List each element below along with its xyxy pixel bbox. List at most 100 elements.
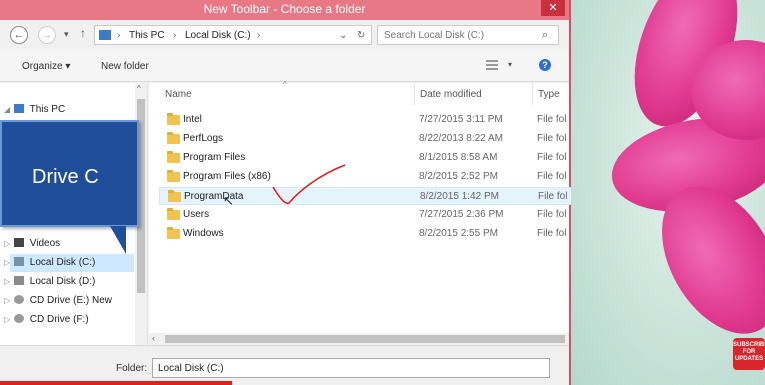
horizontal-scrollbar[interactable]: ‹ — [149, 333, 569, 345]
nav-label: Local Disk (C:) — [29, 257, 96, 268]
chevron-down-icon[interactable]: ▾ — [508, 60, 512, 69]
folder-icon — [167, 227, 180, 239]
file-date: 7/27/2015 3:11 PM — [419, 114, 503, 125]
drive-icon — [14, 257, 24, 266]
file-date: 8/22/2013 8:22 AM — [419, 133, 503, 144]
chevron-down-icon[interactable]: ⌄ — [339, 30, 347, 41]
title-bar: New Toolbar - Choose a folder ✕ — [0, 0, 569, 20]
file-row-program-files[interactable]: Program Files 8/1/2015 8:58 AM File fol — [159, 149, 579, 167]
callout-pointer — [110, 226, 126, 254]
breadcrumb-this-pc[interactable]: This PC — [129, 30, 165, 41]
file-row-perflogs[interactable]: PerfLogs 8/22/2013 8:22 AM File fol — [159, 130, 579, 148]
nav-item-local-disk-c[interactable]: ▷ Local Disk (C:) — [4, 254, 134, 272]
file-name: Intel — [183, 114, 202, 125]
nav-item-local-disk-d[interactable]: ▷ Local Disk (D:) — [4, 273, 96, 291]
file-row-programdata[interactable]: ProgramData 8/2/2015 1:42 PM File fol — [159, 187, 579, 205]
search-icon[interactable]: ⌕ — [542, 29, 548, 42]
file-name: PerfLogs — [183, 133, 224, 144]
file-name: Program Files (x86) — [183, 171, 271, 182]
folder-icon — [168, 190, 181, 202]
column-divider[interactable] — [414, 83, 415, 105]
back-button[interactable]: ← — [10, 26, 28, 44]
file-date: 8/2/2015 1:42 PM — [420, 191, 499, 202]
breadcrumb-local-disk[interactable]: Local Disk (C:) — [185, 30, 251, 41]
file-type: File fol — [537, 114, 567, 125]
file-list: Name ^ Date modified Type Intel 7/27/201… — [149, 80, 579, 345]
nav-label: Local Disk (D:) — [29, 276, 96, 287]
expand-arrow-icon[interactable]: ▷ — [4, 254, 10, 272]
folder-icon — [167, 208, 180, 220]
video-progress-bar — [0, 381, 232, 385]
folder-label: Folder: — [116, 363, 148, 374]
drive-c-callout: Drive C — [0, 120, 139, 227]
folder-field[interactable] — [152, 358, 550, 378]
recent-locations-icon[interactable]: ▾ — [64, 29, 69, 40]
file-name: Program Files — [183, 152, 246, 163]
expand-arrow-icon[interactable]: ▷ — [4, 311, 10, 329]
file-row-windows[interactable]: Windows 8/2/2015 2:55 PM File fol — [159, 225, 579, 243]
refresh-icon[interactable]: ↻ — [357, 30, 365, 41]
desktop-background — [571, 0, 765, 385]
file-type: File fol — [537, 152, 567, 163]
callout-text: Drive C — [32, 166, 99, 188]
nav-label: This PC — [29, 104, 66, 115]
file-type: File fol — [538, 191, 568, 202]
nav-item-cd-drive-f[interactable]: ▷ CD Drive (F:) — [4, 311, 89, 329]
expand-arrow-icon[interactable]: ◢ — [4, 101, 10, 119]
close-button[interactable]: ✕ — [541, 0, 565, 16]
column-header-name[interactable]: Name — [165, 89, 192, 100]
file-row-users[interactable]: Users 7/27/2015 2:36 PM File fol — [159, 206, 579, 224]
scroll-left-icon[interactable]: ‹ — [152, 333, 155, 343]
folder-icon — [167, 170, 180, 182]
address-bar-row: ← → ▾ ↑ › This PC › Local Disk (C:) › ⌄ … — [0, 22, 569, 48]
chevron-right-icon: › — [257, 30, 261, 41]
chevron-right-icon: › — [117, 30, 121, 41]
file-row-intel[interactable]: Intel 7/27/2015 3:11 PM File fol — [159, 111, 579, 129]
scrollbar-thumb[interactable] — [165, 335, 565, 343]
file-date: 8/2/2015 2:55 PM — [419, 228, 498, 239]
pc-icon — [99, 30, 111, 40]
checkmark-annotation — [272, 164, 346, 205]
nav-label: CD Drive (E:) New — [29, 295, 113, 306]
organize-button[interactable]: Organize ▾ — [22, 61, 70, 72]
nav-item-videos[interactable]: ▷ Videos — [4, 235, 61, 253]
address-path[interactable]: › This PC › Local Disk (C:) › ⌄ ↻ — [94, 25, 372, 45]
scroll-up-icon[interactable]: ^ — [137, 84, 141, 93]
expand-arrow-icon[interactable]: ▷ — [4, 292, 10, 310]
chevron-right-icon: › — [173, 30, 177, 41]
new-folder-button[interactable]: New folder — [101, 61, 149, 72]
nav-label: CD Drive (F:) — [29, 314, 89, 325]
nav-item-this-pc[interactable]: ◢ This PC — [4, 101, 66, 119]
nav-item-cd-drive-e[interactable]: ▷ CD Drive (E:) New — [4, 292, 113, 310]
file-date: 8/2/2015 2:52 PM — [419, 171, 498, 182]
file-date: 8/1/2015 8:58 AM — [419, 152, 498, 163]
up-button[interactable]: ↑ — [80, 26, 86, 40]
expand-arrow-icon[interactable]: ▷ — [4, 273, 10, 291]
window-title: New Toolbar - Choose a folder — [203, 2, 366, 16]
expand-arrow-icon[interactable]: ▷ — [4, 235, 10, 253]
checkmark-stroke — [272, 164, 346, 205]
folder-icon — [167, 113, 180, 125]
folder-icon — [167, 151, 180, 163]
cd-drive-icon — [14, 295, 24, 304]
folder-bar: Folder: — [0, 345, 569, 385]
file-date: 7/27/2015 2:36 PM — [419, 209, 504, 220]
file-type: File fol — [537, 209, 567, 220]
drive-icon — [14, 276, 24, 285]
file-type: File fol — [537, 171, 567, 182]
command-toolbar: Organize ▾ New folder ▾ ? — [0, 50, 569, 82]
column-divider[interactable] — [532, 83, 533, 105]
column-header-date[interactable]: Date modified — [420, 89, 482, 100]
forward-button[interactable]: → — [38, 26, 56, 44]
nav-label: Videos — [29, 238, 61, 249]
file-type: File fol — [537, 228, 567, 239]
help-icon[interactable]: ? — [539, 59, 551, 71]
column-header-type[interactable]: Type — [538, 89, 560, 100]
folder-icon — [167, 132, 180, 144]
subscribe-badge[interactable]: SUBSCRIBE FOR UPDATES — [733, 338, 765, 370]
sort-arrow-icon: ^ — [283, 80, 287, 89]
search-input[interactable] — [377, 25, 559, 45]
pc-icon — [14, 104, 24, 113]
view-options-icon[interactable] — [486, 60, 498, 70]
file-row-program-files-x86[interactable]: Program Files (x86) 8/2/2015 2:52 PM Fil… — [159, 168, 579, 186]
